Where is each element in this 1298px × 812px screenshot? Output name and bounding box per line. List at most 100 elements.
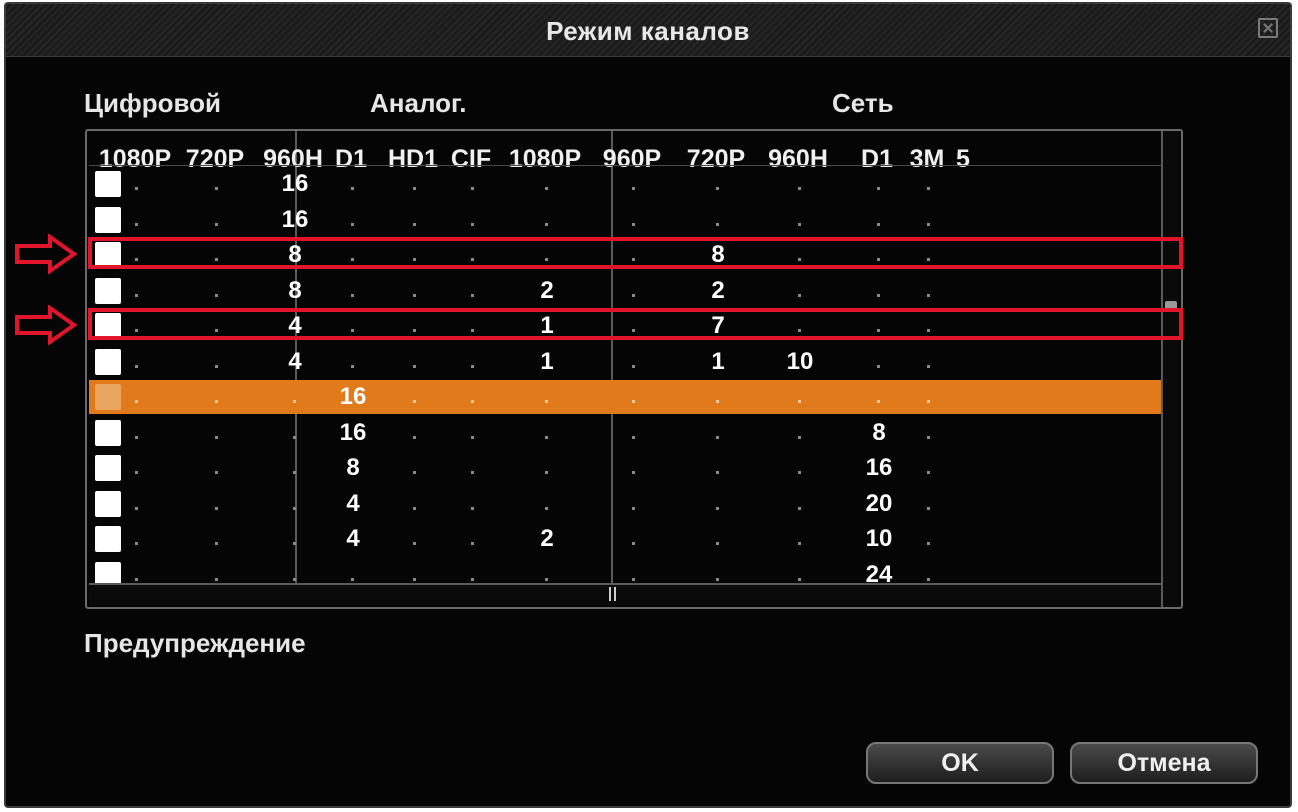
row-checkbox[interactable] <box>95 384 121 410</box>
empty-cell-dot <box>215 542 218 545</box>
empty-cell-dot <box>413 187 416 190</box>
empty-cell-dot <box>632 293 635 297</box>
empty-cell-dot <box>927 293 930 297</box>
channel-count-cell: 2 <box>711 276 725 304</box>
highlight-box <box>88 237 1183 269</box>
empty-cell-dot <box>798 400 801 403</box>
empty-cell-dot <box>471 506 474 510</box>
empty-cell-dot <box>632 506 635 510</box>
empty-cell-dot <box>471 400 474 403</box>
empty-cell-dot <box>135 471 138 474</box>
empty-cell-dot <box>877 222 880 226</box>
row-checkbox[interactable] <box>95 277 121 304</box>
channel-count-cell: 8 <box>288 276 302 304</box>
channel-count-cell: 16 <box>339 383 367 410</box>
empty-cell-dot <box>798 435 801 439</box>
warning-label: Предупреждение <box>84 628 306 658</box>
table-row[interactable]: 4 2 10 <box>89 522 1165 556</box>
empty-cell-dot <box>293 577 296 581</box>
channel-count-cell: 10 <box>865 525 893 552</box>
empty-cell-dot <box>215 293 218 297</box>
empty-cell-dot <box>135 435 138 439</box>
empty-cell-dot <box>927 400 930 403</box>
close-icon[interactable] <box>1258 18 1278 38</box>
empty-cell-dot <box>471 293 474 297</box>
empty-cell-dot <box>927 542 930 545</box>
empty-cell-dot <box>927 364 930 368</box>
group-label-network: Сеть <box>832 88 894 118</box>
channel-count-cell: 16 <box>281 205 309 233</box>
empty-cell-dot <box>351 577 354 581</box>
table-row[interactable]: 8 16 <box>89 451 1165 485</box>
channel-count-cell: 1 <box>711 347 725 375</box>
table-row[interactable]: 16 <box>89 167 1165 201</box>
empty-cell-dot <box>798 577 801 581</box>
empty-cell-dot <box>413 577 416 581</box>
empty-cell-dot <box>215 222 218 226</box>
empty-cell-dot <box>716 222 719 226</box>
channel-count-cell: 2 <box>540 276 554 304</box>
cancel-button[interactable]: Отмена <box>1070 742 1258 784</box>
empty-cell-dot <box>293 471 296 474</box>
empty-cell-dot <box>877 400 880 403</box>
horizontal-scroll-thumb[interactable] <box>609 587 616 601</box>
row-checkbox[interactable] <box>95 206 121 233</box>
empty-cell-dot <box>215 435 218 439</box>
empty-cell-dot <box>877 187 880 190</box>
empty-cell-dot <box>471 187 474 190</box>
channel-count-cell: 1 <box>540 347 554 375</box>
empty-cell-dot <box>413 506 416 510</box>
channel-count-cell: 4 <box>346 525 360 552</box>
empty-cell-dot <box>716 435 719 439</box>
ok-button[interactable]: OK <box>866 742 1054 784</box>
empty-cell-dot <box>545 577 548 581</box>
table-row[interactable]: 4 20 <box>89 487 1165 521</box>
row-checkbox[interactable] <box>95 490 121 517</box>
empty-cell-dot <box>632 577 635 581</box>
row-checkbox[interactable] <box>95 171 121 197</box>
channel-count-cell: 2 <box>540 525 554 552</box>
row-checkbox[interactable] <box>95 348 121 375</box>
empty-cell-dot <box>927 187 930 190</box>
empty-cell-dot <box>632 400 635 403</box>
empty-cell-dot <box>632 364 635 368</box>
empty-cell-dot <box>716 542 719 545</box>
empty-cell-dot <box>351 222 354 226</box>
empty-cell-dot <box>413 542 416 545</box>
empty-cell-dot <box>877 364 880 368</box>
empty-cell-dot <box>716 577 719 581</box>
empty-cell-dot <box>215 400 218 403</box>
empty-cell-dot <box>798 222 801 226</box>
channel-count-cell: 20 <box>865 489 893 517</box>
empty-cell-dot <box>798 187 801 190</box>
table-row[interactable]: 4 1 1 10 <box>89 345 1165 379</box>
empty-cell-dot <box>413 364 416 368</box>
channel-count-cell: 4 <box>288 347 302 375</box>
empty-cell-dot <box>413 435 416 439</box>
empty-cell-dot <box>798 506 801 510</box>
table-row[interactable]: 16 <box>89 203 1165 237</box>
empty-cell-dot <box>413 400 416 403</box>
empty-cell-dot <box>471 577 474 581</box>
table-row[interactable]: 16 <box>89 380 1165 414</box>
arrow-right-icon <box>15 234 78 274</box>
row-checkbox[interactable] <box>95 526 121 552</box>
row-checkbox[interactable] <box>95 455 121 481</box>
channel-count-cell: 16 <box>339 418 367 446</box>
empty-cell-dot <box>351 364 354 368</box>
row-checkbox[interactable] <box>95 419 121 446</box>
empty-cell-dot <box>927 506 930 510</box>
horizontal-scrollbar[interactable] <box>89 583 1163 605</box>
empty-cell-dot <box>293 435 296 439</box>
empty-cell-dot <box>293 542 296 545</box>
empty-cell-dot <box>632 222 635 226</box>
vertical-scrollbar[interactable] <box>1161 131 1179 607</box>
table-row[interactable]: 16 8 <box>89 416 1165 450</box>
empty-cell-dot <box>545 222 548 226</box>
empty-cell-dot <box>135 187 138 190</box>
empty-cell-dot <box>135 506 138 510</box>
channel-count-cell: 16 <box>865 454 893 481</box>
empty-cell-dot <box>215 506 218 510</box>
table-row[interactable]: 8 2 2 <box>89 274 1165 308</box>
arrow-right-icon <box>15 305 78 345</box>
